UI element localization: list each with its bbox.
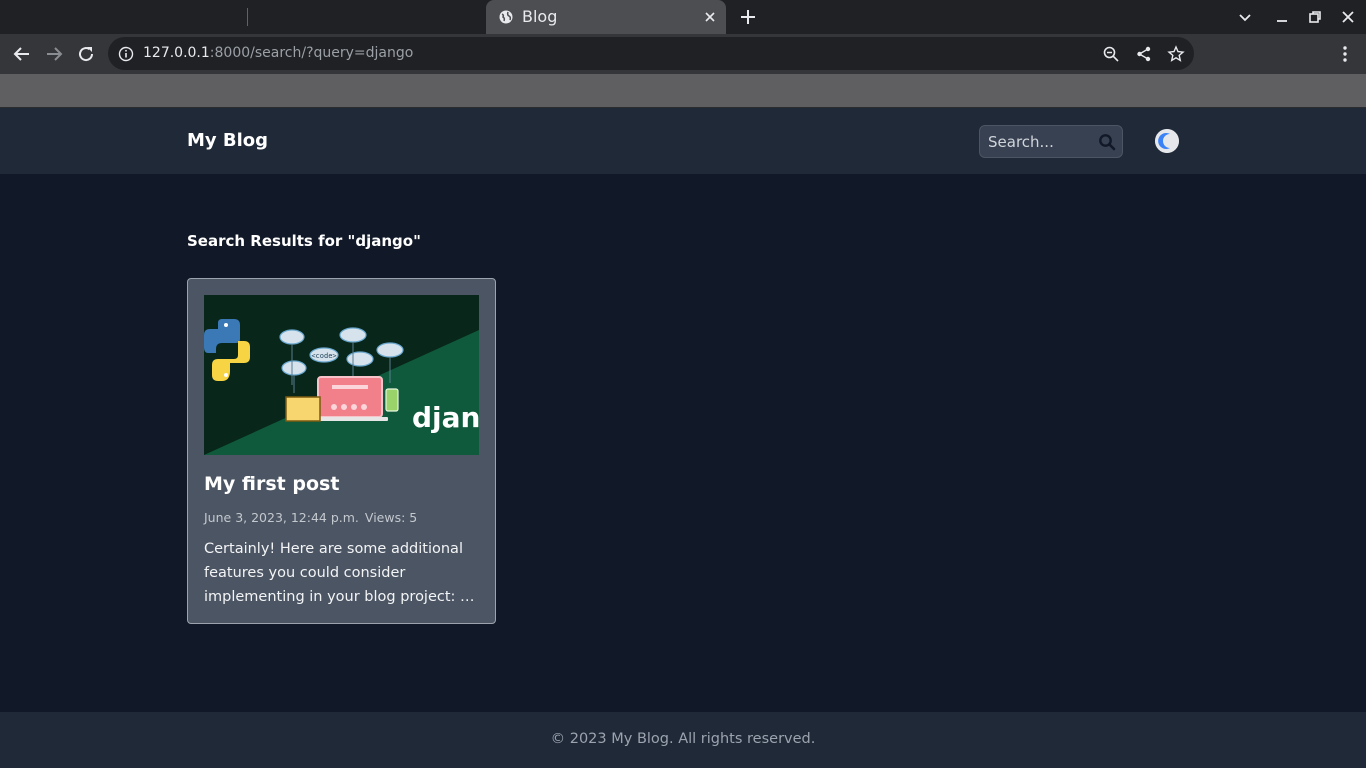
site-header: My Blog — [0, 108, 1366, 174]
post-card[interactable]: <code> djang My first post June — [187, 278, 496, 624]
reload-icon[interactable] — [76, 44, 96, 64]
url-host: 127.0.0.1 — [143, 45, 210, 61]
tab-search-chevron-icon[interactable] — [1237, 9, 1253, 25]
url-text[interactable]: 127.0.0.1:8000/search/?query=django — [143, 45, 413, 61]
url-path: :8000/search/?query=django — [209, 45, 414, 61]
tab-title: Blog — [522, 7, 558, 26]
browser-tab-active[interactable]: Blog — [486, 0, 726, 34]
django-wordmark: djang — [412, 401, 479, 434]
footer-copyright: © 2023 My Blog. All rights reserved. — [550, 731, 816, 747]
code-label: <code> — [311, 352, 336, 360]
post-excerpt: Certainly! Here are some additional feat… — [204, 541, 475, 605]
zoom-icon[interactable] — [1102, 45, 1120, 63]
browser-toolbar: 127.0.0.1:8000/search/?query=django — [0, 34, 1366, 74]
browser-menu-icon[interactable] — [1335, 44, 1355, 64]
post-thumbnail[interactable]: <code> djang — [204, 295, 479, 455]
forward-arrow-icon[interactable] — [44, 44, 64, 64]
bookmarks-bar — [0, 74, 1366, 107]
restore-icon[interactable] — [1307, 9, 1323, 25]
moon-icon — [1155, 129, 1179, 153]
tab-separator — [247, 8, 248, 26]
post-date: June 3, 2023, 12:44 p.m. — [204, 510, 359, 525]
new-tab-icon[interactable] — [738, 7, 758, 27]
address-bar[interactable]: 127.0.0.1:8000/search/?query=django — [108, 37, 1194, 70]
browser-tabstrip: Blog — [0, 0, 1366, 34]
share-icon[interactable] — [1135, 45, 1153, 63]
brand-link[interactable]: My Blog — [187, 130, 268, 151]
search-input[interactable] — [988, 132, 1098, 152]
search-icon[interactable] — [1098, 133, 1116, 151]
post-views: Views: 5 — [364, 510, 418, 525]
post-meta: June 3, 2023, 12:44 p.m. Views: 5 — [204, 510, 417, 525]
minimize-icon[interactable] — [1274, 9, 1290, 25]
theme-toggle-button[interactable] — [1155, 129, 1179, 153]
site-info-icon[interactable] — [118, 46, 134, 62]
django-thumbnail-image: <code> djang — [204, 295, 479, 455]
globe-icon — [499, 10, 513, 24]
search-form — [979, 125, 1123, 158]
close-window-icon[interactable] — [1340, 9, 1356, 25]
results-heading: Search Results for "django" — [187, 232, 421, 250]
bookmark-star-icon[interactable] — [1167, 45, 1185, 63]
back-arrow-icon[interactable] — [12, 44, 32, 64]
site-footer: © 2023 My Blog. All rights reserved. — [0, 712, 1366, 768]
post-title[interactable]: My first post — [204, 473, 339, 495]
close-tab-icon[interactable] — [702, 9, 718, 25]
